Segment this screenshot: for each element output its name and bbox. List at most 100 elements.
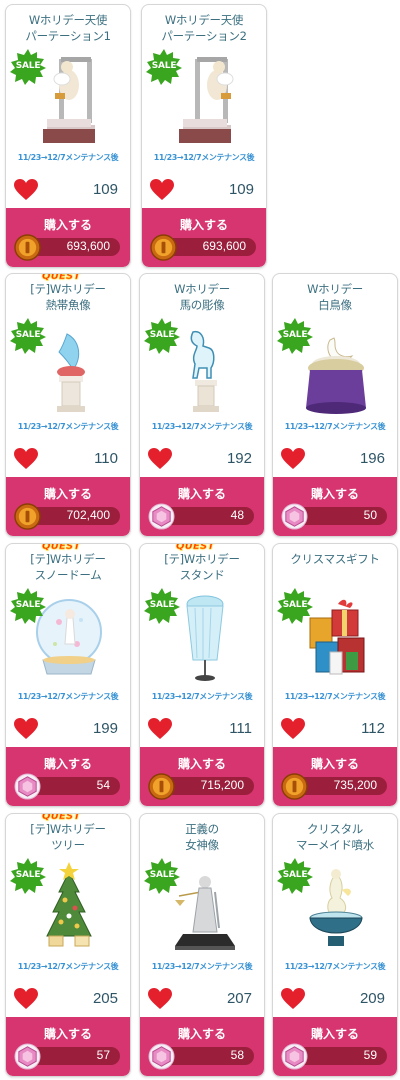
buy-label: 購入する	[43, 1027, 92, 1041]
buy-label: 購入する	[177, 1027, 226, 1041]
price-value: 693,600	[66, 239, 110, 253]
heart-icon[interactable]	[148, 718, 172, 740]
gem-icon	[14, 773, 41, 800]
item-card[interactable]: Wホリデー天使 パーテーション1 SALE 11/23→12/7メンテナンス後 …	[5, 4, 131, 268]
like-count: 109	[92, 181, 118, 198]
buy-button[interactable]: 購入する 702,400	[6, 477, 130, 536]
price-value: 715,200	[200, 778, 244, 792]
price-value: 48	[230, 508, 244, 522]
sale-badge: SALE	[146, 49, 182, 85]
like-count: 192	[226, 450, 252, 467]
like-count: 112	[361, 720, 385, 737]
sale-badge: SALE	[144, 318, 180, 354]
buy-button[interactable]: 購入する 48	[140, 477, 264, 536]
maintenance-note: 11/23→12/7メンテナンス後	[284, 422, 386, 431]
buy-button[interactable]: 購入する 693,600	[6, 208, 130, 267]
like-count: 111	[229, 720, 252, 737]
gem-icon	[281, 1043, 308, 1070]
item-card[interactable]: QUEST [テ]Wホリデー スノードーム SALE 11/23→12/7メンテ…	[5, 543, 131, 807]
buy-button[interactable]: 購入する 58	[140, 1017, 264, 1076]
maintenance-note: 11/23→12/7メンテナンス後	[284, 692, 386, 701]
buy-label: 購入する	[43, 757, 92, 771]
maintenance-note: 11/23→12/7メンテナンス後	[17, 962, 119, 971]
sale-badge: SALE	[10, 858, 46, 894]
buy-button[interactable]: 購入する 50	[273, 477, 397, 536]
price-value: 57	[96, 1048, 110, 1062]
price-value: 58	[230, 1048, 244, 1062]
sale-badge: SALE	[144, 588, 180, 624]
maintenance-note: 11/23→12/7メンテナンス後	[17, 692, 119, 701]
gem-icon	[14, 1043, 41, 1070]
item-title: Wホリデー天使 パーテーション1	[25, 13, 111, 43]
buy-label: 購入する	[310, 757, 359, 771]
gem-icon	[148, 503, 175, 530]
coin-icon	[14, 234, 41, 261]
quest-badge: QUEST	[42, 273, 81, 282]
item-card[interactable]: Wホリデー 白鳥像 SALE 11/23→12/7メンテナンス後 196 購入す…	[272, 273, 398, 537]
buy-label: 購入する	[310, 1027, 359, 1041]
maintenance-note: 11/23→12/7メンテナンス後	[17, 153, 119, 162]
heart-icon[interactable]	[14, 179, 38, 201]
maintenance-note: 11/23→12/7メンテナンス後	[151, 962, 253, 971]
sale-badge: SALE	[277, 858, 313, 894]
quest-badge: QUEST	[42, 543, 81, 552]
item-card[interactable]: QUEST [テ]Wホリデー ツリー SALE 11/23→12/7メンテナンス…	[5, 813, 131, 1077]
like-count: 109	[228, 181, 254, 198]
item-card[interactable]: 正義の 女神像 SALE 11/23→12/7メンテナンス後 207 購入する …	[139, 813, 265, 1077]
item-card[interactable]: Wホリデー 馬の彫像 SALE 11/23→12/7メンテナンス後 192 購入…	[139, 273, 265, 537]
item-title: クリスタル マーメイド噴水	[296, 822, 374, 852]
heart-icon[interactable]	[281, 988, 305, 1010]
buy-button[interactable]: 購入する 54	[6, 747, 130, 806]
item-card[interactable]: QUEST [テ]Wホリデー スタンド SALE 11/23→12/7メンテナン…	[139, 543, 265, 807]
item-title: Wホリデー 馬の彫像	[174, 282, 230, 312]
item-title: [テ]Wホリデー 熱帯魚像	[30, 282, 106, 312]
like-count: 205	[92, 990, 118, 1007]
buy-button[interactable]: 購入する 693,600	[142, 208, 266, 267]
item-grid: Wホリデー天使 パーテーション1 SALE 11/23→12/7メンテナンス後 …	[0, 0, 400, 1080]
sale-badge: SALE	[277, 318, 313, 354]
price-value: 702,400	[66, 508, 110, 522]
coin-icon	[150, 234, 177, 261]
item-title: Wホリデー天使 パーテーション2	[161, 13, 247, 43]
price-value: 693,600	[202, 239, 246, 253]
coin-icon	[281, 773, 308, 800]
heart-icon[interactable]	[14, 448, 38, 470]
item-card[interactable]: クリスタル マーメイド噴水 SALE 11/23→12/7メンテナンス後 209…	[272, 813, 398, 1077]
maintenance-note: 11/23→12/7メンテナンス後	[284, 962, 386, 971]
buy-button[interactable]: 購入する 715,200	[140, 747, 264, 806]
buy-label: 購入する	[177, 487, 226, 501]
buy-button[interactable]: 購入する 57	[6, 1017, 130, 1076]
like-count: 196	[359, 450, 385, 467]
sale-badge: SALE	[10, 588, 46, 624]
item-card[interactable]: クリスマスギフト SALE 11/23→12/7メンテナンス後 112 購入する…	[272, 543, 398, 807]
maintenance-note: 11/23→12/7メンテナンス後	[153, 153, 255, 162]
quest-badge: QUEST	[42, 813, 81, 822]
heart-icon[interactable]	[14, 718, 38, 740]
item-card[interactable]: QUEST [テ]Wホリデー 熱帯魚像 SALE 11/23→12/7メンテナン…	[5, 273, 131, 537]
heart-icon[interactable]	[148, 988, 172, 1010]
gem-icon	[281, 503, 308, 530]
coin-icon	[148, 773, 175, 800]
item-card[interactable]: Wホリデー天使 パーテーション2 SALE 11/23→12/7メンテナンス後 …	[141, 4, 267, 268]
buy-button[interactable]: 購入する 735,200	[273, 747, 397, 806]
heart-icon[interactable]	[281, 448, 305, 470]
sale-badge: SALE	[144, 858, 180, 894]
item-title: [テ]Wホリデー スタンド	[164, 552, 240, 582]
price-value: 50	[363, 508, 377, 522]
heart-icon[interactable]	[14, 988, 38, 1010]
sale-badge: SALE	[10, 318, 46, 354]
item-title: 正義の 女神像	[185, 822, 219, 852]
price-value: 735,200	[333, 778, 377, 792]
buy-label: 購入する	[43, 218, 92, 232]
heart-icon[interactable]	[281, 718, 305, 740]
buy-label: 購入する	[177, 757, 226, 771]
coin-icon	[14, 503, 41, 530]
item-title: クリスマスギフト	[290, 552, 380, 566]
maintenance-note: 11/23→12/7メンテナンス後	[151, 422, 253, 431]
heart-icon[interactable]	[150, 179, 174, 201]
like-count: 207	[226, 990, 252, 1007]
buy-button[interactable]: 購入する 59	[273, 1017, 397, 1076]
price-value: 54	[96, 778, 110, 792]
like-count: 199	[92, 720, 118, 737]
heart-icon[interactable]	[148, 448, 172, 470]
